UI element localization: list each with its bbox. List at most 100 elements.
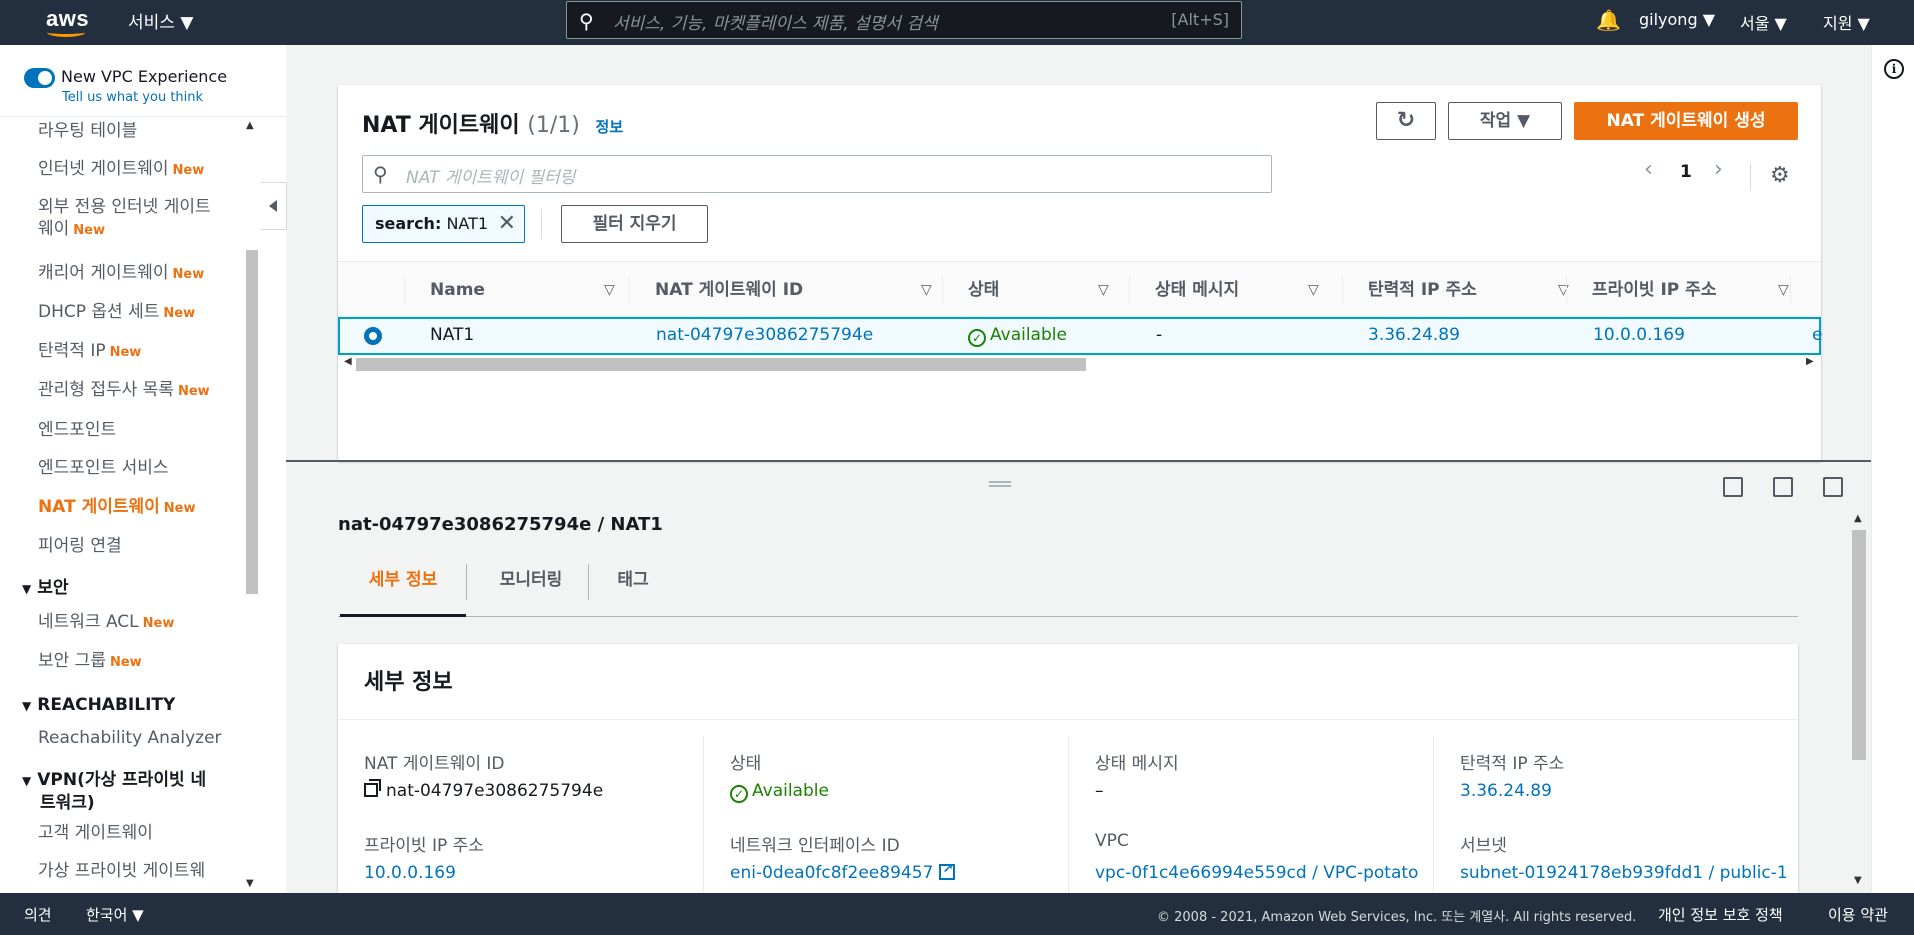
section-label: VPN(가상 프라이빗 네 [37,770,207,790]
global-search-input[interactable]: ⚲ 서비스, 기능, 마켓플레이스 제품, 설명서 검색 [Alt+S] [566,1,1242,39]
title-text: NAT 게이트웨이 [362,113,520,138]
tab-monitoring[interactable]: 모니터링 [468,555,594,617]
scrollbar-thumb[interactable] [246,250,258,594]
page-number[interactable]: 1 [1680,162,1692,182]
sidebar-item-nat-gateways[interactable]: NAT 게이트웨이 New [38,496,196,520]
scroll-down-icon[interactable]: ▼ [1854,875,1862,886]
user-menu[interactable]: gilyong ▼ [1639,10,1715,29]
support-menu[interactable]: 지원 ▼ [1823,10,1870,34]
split-panel-divider[interactable] [286,460,1871,462]
scroll-right-icon[interactable]: ▶ [1806,356,1814,367]
sidebar-section-vpn[interactable]: ▼ VPN(가상 프라이빗 네 트워크) [22,769,242,814]
scroll-up-icon[interactable]: ▲ [246,120,254,131]
row-private-ip-link[interactable]: 10.0.0.169 [1593,325,1685,345]
sidebar-item-peering[interactable]: 피어링 연결 [38,535,122,557]
table-row[interactable]: NAT1 nat-04797e3086275794e ✓ Available - … [338,317,1822,355]
terms-link[interactable]: 이용 약관 [1828,904,1888,925]
sidebar-item-internet-gateways[interactable]: 인터넷 게이트웨이 New [38,158,204,182]
eni-link[interactable]: eni-0dea0fc8f2ee89457 [730,862,956,883]
sidebar-item-endpoint-services[interactable]: 엔드포인트 서비스 [38,457,169,479]
chevron-right-icon[interactable]: › [1714,157,1723,182]
row-nat-id-link[interactable]: nat-04797e3086275794e [656,325,873,345]
column-header-private-ip[interactable]: 프라이빗 IP 주소 ▽ [1592,262,1792,318]
sidebar-item-label: DHCP 옵션 세트 [38,302,160,322]
filter-input[interactable]: ⚲ NAT 게이트웨이 필터링 [362,155,1272,193]
table-header: Name ▽ NAT 게이트웨이 ID ▽ 상태 ▽ 상태 메시지 ▽ 탄력적 IP 주… [338,261,1821,317]
sidebar-item-label: 피어링 연결 [38,536,122,556]
sidebar-item-customer-gateways[interactable]: 고객 게이트웨이 [38,822,153,844]
vpc-link[interactable]: vpc-0f1c4e66994e559cd / VPC-potato [1095,863,1418,883]
sidebar-item-route-tables[interactable]: 라우팅 테이블 [38,120,137,142]
search-icon: ⚲ [579,9,594,33]
sidebar-item-carrier-gateways[interactable]: 캐리어 게이트웨이 New [38,262,204,286]
token-key: search: [375,214,442,233]
scrollbar-thumb[interactable] [1852,530,1866,760]
subnet-label: 서브넷 [1460,836,1507,856]
new-vpc-experience-toggle[interactable] [24,68,55,88]
column-label: Name [430,280,485,300]
column-separator [1129,276,1130,304]
tab-details[interactable]: 세부 정보 [340,555,466,617]
resize-handle[interactable] [989,481,1011,487]
aws-logo[interactable]: aws [44,6,90,38]
refresh-button[interactable]: ↻ [1376,102,1436,140]
column-header-status[interactable]: 상태 ▽ [968,262,1128,318]
column-header-elastic-ip[interactable]: 탄력적 IP 주소 ▽ [1368,262,1569,318]
sidebar-section-security[interactable]: ▼ 보안 [22,577,69,600]
scroll-down-icon[interactable]: ▼ [246,878,254,889]
sidebar-item-elastic-ips[interactable]: 탄력적 IP New [38,340,141,364]
new-badge: New [163,501,196,516]
private-ip-link[interactable]: 10.0.0.169 [364,863,456,883]
sort-icon: ▽ [604,282,615,298]
sidebar-item-network-acl[interactable]: 네트워크 ACL New [38,611,174,635]
scroll-left-icon[interactable]: ◀ [344,356,352,367]
bell-icon[interactable]: 🔔 [1596,8,1621,32]
sidebar-item-egress-only-igw[interactable]: 외부 전용 인터넷 게이트 웨이 New [38,196,238,242]
tab-tags[interactable]: 태그 [590,555,676,617]
sidebar-item-virtual-private-gateways[interactable]: 가상 프라이빗 게이트웨 [38,860,205,882]
language-selector[interactable]: 한국어 ▼ [86,904,144,925]
collapse-sidebar-button[interactable] [261,182,287,230]
actions-button[interactable]: 작업 ▼ [1448,102,1562,140]
scroll-up-icon[interactable]: ▲ [1854,513,1862,524]
row-elastic-ip-link[interactable]: 3.36.24.89 [1368,325,1460,345]
tab-separator [588,564,589,600]
info-icon[interactable]: i [1884,59,1904,79]
sidebar-section-reachability[interactable]: ▼ REACHABILITY [22,694,175,717]
copy-icon[interactable] [364,779,381,797]
row-status: ✓ Available [968,325,1067,347]
new-badge: New [172,267,205,282]
panel-position-side-icon[interactable] [1773,477,1793,497]
table-horizontal-scrollbar[interactable]: ◀ ▶ [338,355,1821,371]
feedback-link[interactable]: 의견 [24,904,52,925]
services-menu[interactable]: 서비스 ▼ [128,8,193,33]
panel-maximize-icon[interactable] [1823,477,1843,497]
create-nat-gateway-button[interactable]: NAT 게이트웨이 생성 [1574,102,1798,140]
subnet-link[interactable]: subnet-01924178eb939fdd1 / public-1 [1460,863,1788,883]
row-select-radio[interactable] [364,327,382,345]
feedback-link[interactable]: Tell us what you think [62,90,203,105]
scrollbar-thumb[interactable] [356,358,1086,371]
column-header-name[interactable]: Name ▽ [430,262,628,318]
close-icon[interactable]: ✕ [498,206,516,242]
gear-icon[interactable]: ⚙ [1770,163,1790,188]
detail-header: nat-04797e3086275794e / NAT1 [338,514,663,535]
panel-position-bottom-icon[interactable] [1723,477,1743,497]
info-link[interactable]: 정보 [596,118,624,136]
clear-filters-button[interactable]: 필터 지우기 [561,205,708,243]
row-clipped-cell[interactable]: e [1812,325,1822,345]
column-header-status-message[interactable]: 상태 메시지 ▽ [1155,262,1335,318]
privacy-link[interactable]: 개인 정보 보호 정책 [1658,904,1783,925]
sidebar-item-prefix-lists[interactable]: 관리형 접두사 목록 New [38,379,210,403]
sidebar-item-endpoints[interactable]: 엔드포인트 [38,419,116,441]
region-menu[interactable]: 서울 ▼ [1740,10,1787,34]
detail-scrollbar[interactable]: ▲ ▼ [1851,513,1867,893]
sidebar-item-reachability-analyzer[interactable]: Reachability Analyzer [38,727,222,749]
sidebar-item-security-groups[interactable]: 보안 그룹 New [38,650,142,674]
sidebar-item-label: NAT 게이트웨이 [38,497,160,517]
sidebar-item-dhcp-options[interactable]: DHCP 옵션 세트 New [38,301,195,325]
column-header-nat-id[interactable]: NAT 게이트웨이 ID ▽ [655,262,945,318]
sidebar-scrollbar[interactable]: ▲ ▼ [246,120,258,890]
chevron-left-icon[interactable]: ‹ [1644,157,1653,182]
elastic-ip-link[interactable]: 3.36.24.89 [1460,781,1552,801]
